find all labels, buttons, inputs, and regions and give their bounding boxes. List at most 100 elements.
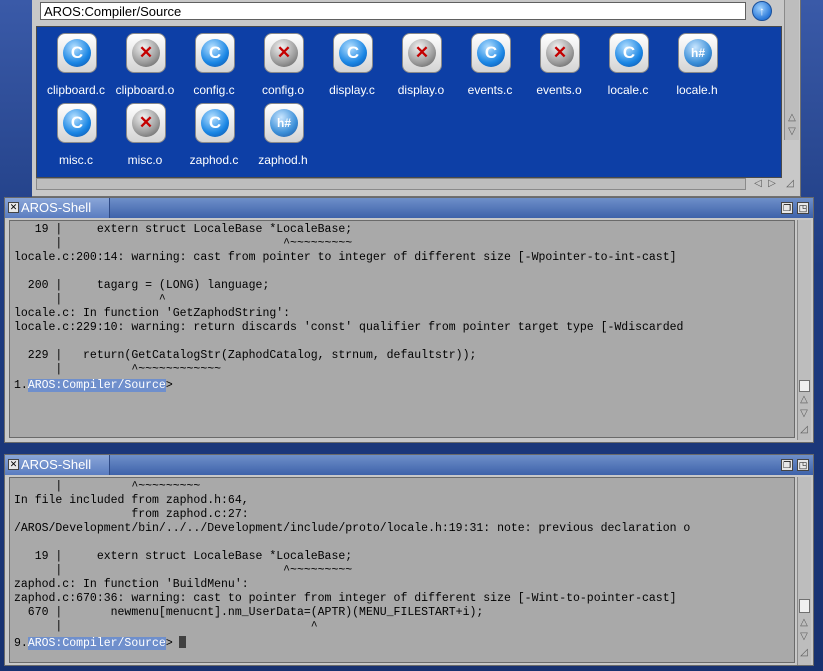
file-icon-item[interactable]: Cmisc.c [41,99,111,167]
shell-console[interactable]: 19 | extern struct LocaleBase *LocaleBas… [9,220,795,438]
c-source-file-icon[interactable]: C [609,33,649,73]
prompt-path: AROS:Compiler/Source [27,379,166,392]
c-source-file-icon[interactable]: C [471,33,511,73]
file-icon-item[interactable]: Cevents.c [455,29,525,97]
icon-glyph: C [201,109,229,137]
scroll-up-arrow-icon[interactable]: △ [798,617,810,629]
file-icon-item[interactable]: ✕ misc.o [110,99,180,167]
shell-output-line: 19 | extern struct LocaleBase *LocaleBas… [14,223,353,236]
scroll-up-arrow-icon[interactable]: △ [798,394,810,406]
shell-output-line: /AROS/Development/bin/../../Development/… [14,522,691,535]
object-file-icon[interactable]: ✕ [126,33,166,73]
file-icon-item[interactable]: h# zaphod.h [248,99,318,167]
file-icon-item[interactable]: Cclipboard.c [41,29,111,97]
depth-icon[interactable]: ❐ [781,202,793,214]
shell-prompt-line[interactable]: 9.AROS:Compiler/Source> [10,634,794,651]
resize-icon[interactable]: ◿ [798,647,810,659]
file-icon-item[interactable]: ✕ config.o [248,29,318,97]
window-title: AROS-Shell [21,457,92,472]
scroll-right-arrow-icon[interactable]: ▷ [766,178,778,190]
shell-output: 19 | extern struct LocaleBase *LocaleBas… [10,221,794,377]
icon-glyph: C [477,39,505,67]
icon-glyph: ✕ [408,39,436,67]
file-icon-item[interactable]: ✕ events.o [524,29,594,97]
window-title: AROS-Shell [21,200,92,215]
shell-output-line: 229 | return(GetCatalogStr(ZaphodCatalog… [14,349,477,362]
shell-output-line: | ^~~~~~~~~~~~~ [14,363,222,376]
c-source-file-icon[interactable]: C [333,33,373,73]
shell-output-line: 200 | tagarg = (LONG) language; [14,279,270,292]
shell-titlebar[interactable]: ✕ AROS-Shell ❐ ◳ [5,198,813,218]
drawer-vertical-scrollbar[interactable]: △ ▽ [784,0,799,140]
file-icon-item[interactable]: Cdisplay.c [317,29,387,97]
icon-glyph: ✕ [132,39,160,67]
shell-vertical-scrollbar[interactable]: △ ▽ ◿ [797,220,811,440]
scroll-up-arrow-icon[interactable]: △ [786,112,798,124]
file-icon-item[interactable]: ✕ clipboard.o [110,29,180,97]
prompt-end: > [165,379,173,392]
file-icon-item[interactable]: Cconfig.c [179,29,249,97]
object-file-icon[interactable]: ✕ [402,33,442,73]
shell-output-line: locale.c:200:14: warning: cast from poin… [14,251,677,264]
shell-output-line: 670 | newmenu[menucnt].nm_UserData=(APTR… [14,606,484,619]
shell-output-line: locale.c:229:10: warning: return discard… [14,321,684,334]
scroll-down-arrow-icon[interactable]: ▽ [798,631,810,643]
shell-output-line: 19 | extern struct LocaleBase *LocaleBas… [14,550,353,563]
icon-glyph: C [63,109,91,137]
scroll-down-arrow-icon[interactable]: ▽ [786,126,798,138]
shell-output-line: | ^ [14,620,318,633]
file-icon-item[interactable]: Czaphod.c [179,99,249,167]
shell-window-1[interactable]: ✕ AROS-Shell ❐ ◳ 19 | extern struct Loca… [4,197,814,443]
scroll-knob[interactable] [799,380,810,392]
drawer-icon-area[interactable]: Cclipboard.c ✕ clipboard.o Cconfig.c ✕ config… [36,26,782,178]
shell-output-line [14,335,794,349]
object-file-icon[interactable]: ✕ [126,103,166,143]
c-source-file-icon[interactable]: C [195,103,235,143]
drawer-window[interactable]: AROS:Compiler/Source ↑ Cclipboard.c ✕ clip… [32,0,801,197]
shell-output-line [14,536,794,550]
object-file-icon[interactable]: ✕ [540,33,580,73]
c-source-file-icon[interactable]: C [57,33,97,73]
header-file-icon[interactable]: h# [264,103,304,143]
shell-output-line: | ^~~~~~~~~~ [14,237,353,250]
shell-output-line: | ^~~~~~~~~~ [14,564,353,577]
prompt-path: AROS:Compiler/Source [27,637,166,650]
zoom-icon[interactable]: ◳ [797,459,809,471]
shell-titlebar[interactable]: ✕ AROS-Shell ❐ ◳ [5,455,813,475]
icon-glyph: ✕ [546,39,574,67]
file-icon-label: zaphod.h [258,153,308,167]
header-file-icon[interactable]: h# [678,33,718,73]
shell-console[interactable]: | ^~~~~~~~~~ In file included from zaphod… [9,477,795,663]
icon-glyph: h# [684,39,712,67]
shell-prompt-line[interactable]: 1.AROS:Compiler/Source> [10,377,794,393]
drawer-horizontal-scrollbar[interactable] [36,178,746,190]
object-file-icon[interactable]: ✕ [264,33,304,73]
shell-output-line: In file included from zaphod.h:64, [14,494,249,507]
parent-directory-button[interactable]: ↑ [752,1,772,21]
icon-glyph: h# [270,109,298,137]
close-icon[interactable]: ✕ [8,202,19,213]
shell-output-line: from zaphod.c:27: [14,508,249,521]
scroll-down-arrow-icon[interactable]: ▽ [798,408,810,420]
path-field[interactable]: AROS:Compiler/Source [40,2,746,20]
close-icon[interactable]: ✕ [8,459,19,470]
prompt-number: 1. [14,379,28,392]
scroll-left-arrow-icon[interactable]: ◁ [752,178,764,190]
shell-window-2[interactable]: ✕ AROS-Shell ❐ ◳ | ^~~~~~~~~~ In file inc… [4,454,814,666]
shell-output-line: zaphod.c:670:36: warning: cast to pointe… [14,592,677,605]
prompt-end: > [165,637,173,650]
c-source-file-icon[interactable]: C [57,103,97,143]
icon-glyph: C [201,39,229,67]
resize-icon[interactable]: ◿ [784,178,796,190]
c-source-file-icon[interactable]: C [195,33,235,73]
scroll-knob[interactable] [799,599,810,613]
shell-vertical-scrollbar[interactable]: △ ▽ ◿ [797,477,811,665]
depth-icon[interactable]: ❐ [781,459,793,471]
file-icon-item[interactable]: h# locale.h [662,29,732,97]
icon-glyph: C [339,39,367,67]
shell-output: | ^~~~~~~~~~ In file included from zaphod… [10,478,794,634]
file-icon-item[interactable]: Clocale.c [593,29,663,97]
file-icon-item[interactable]: ✕ display.o [386,29,456,97]
resize-icon[interactable]: ◿ [798,424,810,436]
zoom-icon[interactable]: ◳ [797,202,809,214]
